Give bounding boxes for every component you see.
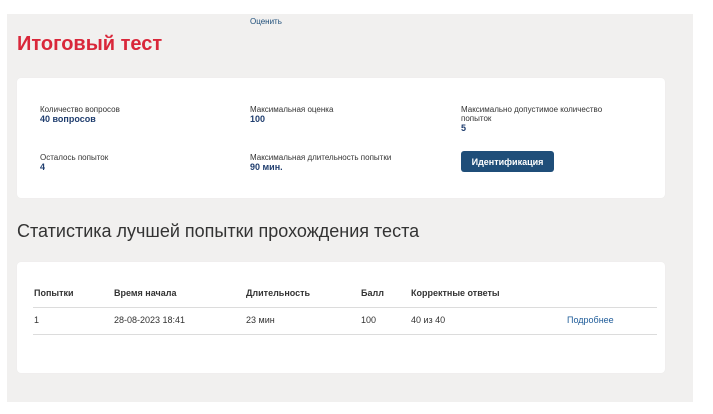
details-link[interactable]: Подробнее (567, 315, 614, 325)
start-time-cell: 28-08-2023 18:41 (114, 315, 186, 325)
score-cell: 100 (361, 315, 377, 325)
max-attempts-value: 5 (461, 123, 467, 133)
questions-count-field: Количество вопросов 40 вопросов (40, 105, 120, 124)
correct-answers-cell: 40 из 40 (411, 315, 446, 325)
max-duration-field: Максимальная длительность попытки 90 мин… (250, 153, 391, 172)
remaining-attempts-value: 4 (40, 162, 46, 172)
max-score-field: Максимальная оценка 100 (250, 105, 333, 124)
stats-table-header: Попытки Время начала Длительность Балл К… (33, 281, 657, 308)
table-row: 1 28-08-2023 18:41 23 мин 100 40 из 40 П… (33, 308, 657, 335)
remaining-attempts-field: Осталось попыток 4 (40, 153, 108, 172)
max-duration-value: 90 мин. (250, 162, 283, 172)
test-info-card: Количество вопросов 40 вопросов Максимал… (17, 78, 665, 198)
questions-count-value: 40 вопросов (40, 114, 96, 124)
column-header-correct: Корректные ответы (411, 288, 500, 298)
max-attempts-label-line1: Максимально допустимое количество (461, 105, 603, 114)
max-score-value: 100 (250, 114, 266, 124)
max-attempts-label-line2: попыток (461, 114, 492, 123)
remaining-attempts-label: Осталось попыток (40, 153, 109, 162)
column-header-attempts: Попытки (34, 288, 74, 298)
max-score-label: Максимальная оценка (250, 105, 334, 114)
stats-section-title: Статистика лучшей попытки прохождения те… (17, 221, 420, 241)
questions-count-label: Количество вопросов (40, 105, 120, 114)
attempt-number-cell: 1 (34, 315, 40, 325)
duration-cell: 23 мин (246, 315, 275, 325)
column-header-duration: Длительность (246, 288, 311, 298)
identification-button[interactable]: Идентификация (461, 151, 554, 172)
max-attempts-field: Максимально допустимое количество попыто… (461, 105, 602, 133)
page-title: Итоговый тест (17, 33, 163, 55)
stats-table-card: Попытки Время начала Длительность Балл К… (17, 262, 665, 373)
column-header-start-time: Время начала (114, 288, 177, 298)
evaluate-link[interactable]: Оценить (250, 17, 282, 26)
column-header-score: Балл (361, 288, 384, 298)
max-duration-label: Максимальная длительность попытки (250, 153, 392, 162)
